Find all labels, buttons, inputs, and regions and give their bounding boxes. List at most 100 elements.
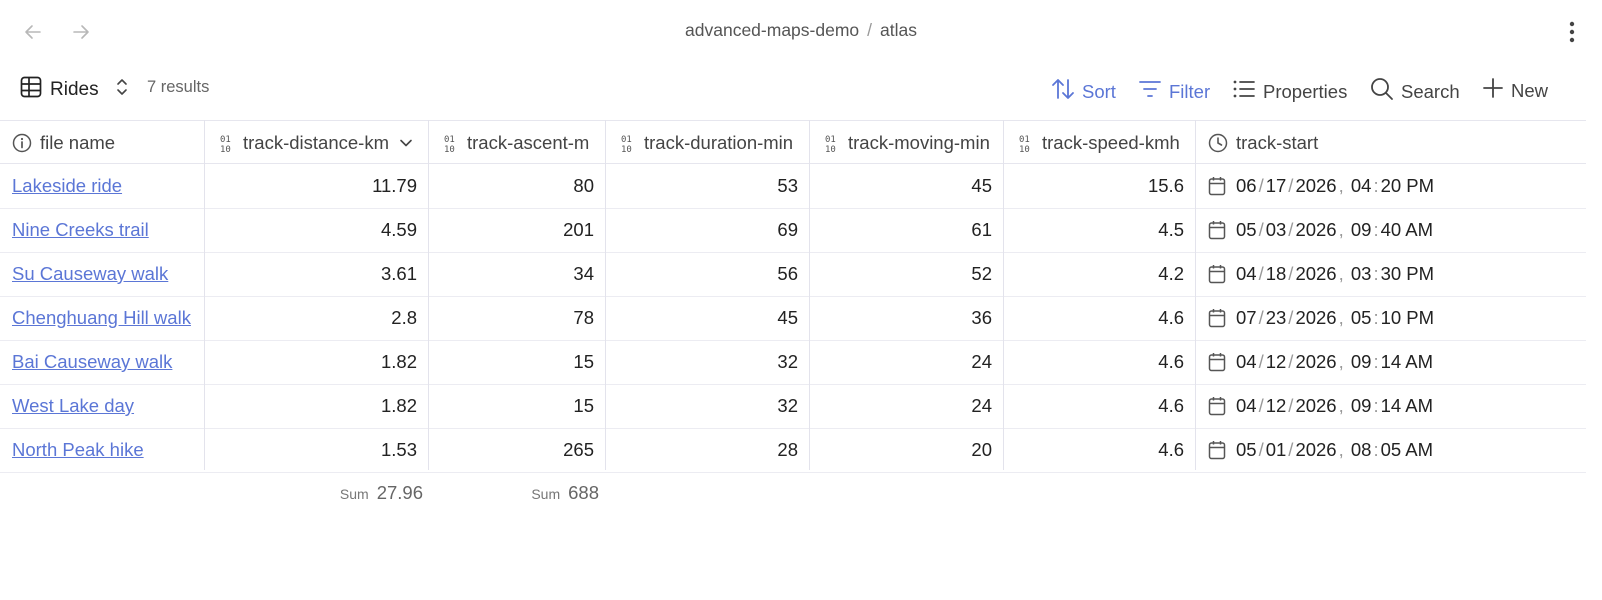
date-month: 07 xyxy=(1236,307,1257,328)
date-day: 12 xyxy=(1265,351,1287,372)
column-label: track-duration-min xyxy=(644,132,794,153)
new-button[interactable]: New xyxy=(1482,77,1548,104)
distance-cell[interactable]: 1.82 xyxy=(205,340,428,384)
track-start-cell[interactable]: 05/03/2026, 09:40 AM xyxy=(1196,208,1586,252)
date-year: 2026 xyxy=(1295,219,1337,240)
distance-cell[interactable]: 4.59 xyxy=(205,208,428,252)
column-divider xyxy=(605,120,606,470)
distance-cell[interactable]: 3.61 xyxy=(205,252,428,296)
moving-cell[interactable]: 61 xyxy=(810,208,1003,252)
moving-cell[interactable]: 52 xyxy=(810,252,1003,296)
speed-cell[interactable]: 4.6 xyxy=(1004,296,1195,340)
date-month: 04 xyxy=(1236,395,1257,416)
track-start-cell[interactable]: 04/12/2026, 09:14 AM xyxy=(1196,384,1586,428)
moving-cell[interactable]: 20 xyxy=(810,428,1003,472)
track-start-cell[interactable]: 04/12/2026, 09:14 AM xyxy=(1196,340,1586,384)
duration-cell[interactable]: 32 xyxy=(606,340,809,384)
column-header-track-distance-km[interactable]: 01 10 track-distance-km xyxy=(205,121,428,165)
table-row[interactable]: Bai Causeway walk 1.82 15 32 24 4.6 04/12/2026… xyxy=(0,340,1586,385)
file-name-link[interactable]: Chenghuang Hill walk xyxy=(0,307,191,329)
distance-cell[interactable]: 1.82 xyxy=(205,384,428,428)
filter-button[interactable]: Filter xyxy=(1138,77,1210,106)
number-icon: 01 10 xyxy=(824,133,840,153)
sort-button[interactable]: Sort xyxy=(1051,77,1116,106)
duration-cell[interactable]: 56 xyxy=(606,252,809,296)
ascent-cell[interactable]: 265 xyxy=(429,428,605,472)
speed-cell[interactable]: 4.6 xyxy=(1004,340,1195,384)
moving-cell[interactable]: 24 xyxy=(810,340,1003,384)
file-name-link[interactable]: Lakeside ride xyxy=(0,175,122,197)
view-switcher[interactable]: Rides xyxy=(20,76,129,103)
time-hour: 09 xyxy=(1350,351,1372,372)
track-start-cell[interactable]: 07/23/2026, 05:10 PM xyxy=(1196,296,1586,340)
column-header-track-moving-min[interactable]: 01 10 track-moving-min xyxy=(810,121,1003,165)
file-name-link[interactable]: West Lake day xyxy=(0,395,134,417)
sum-ascent[interactable]: Sum 688 xyxy=(531,482,599,504)
column-header-track-start[interactable]: track-start xyxy=(1196,121,1586,165)
speed-cell[interactable]: 4.6 xyxy=(1004,384,1195,428)
file-name-cell: Su Causeway walk xyxy=(0,252,204,296)
file-name-link[interactable]: Bai Causeway walk xyxy=(0,351,172,373)
duration-cell[interactable]: 53 xyxy=(606,164,809,208)
date-value: 04/12/2026, 09:14 AM xyxy=(1236,395,1433,417)
table-row[interactable]: Su Causeway walk 3.61 34 56 52 4.2 04/18/2026,… xyxy=(0,252,1586,297)
column-header-track-speed-kmh[interactable]: 01 10 track-speed-kmh xyxy=(1004,121,1195,165)
date-value: 06/17/2026, 04:20 PM xyxy=(1236,175,1434,197)
time-minute: 14 AM xyxy=(1380,351,1434,372)
moving-cell[interactable]: 45 xyxy=(810,164,1003,208)
duration-cell[interactable]: 69 xyxy=(606,208,809,252)
distance-cell[interactable]: 11.79 xyxy=(205,164,428,208)
ascent-cell[interactable]: 78 xyxy=(429,296,605,340)
speed-cell[interactable]: 15.6 xyxy=(1004,164,1195,208)
file-name-link[interactable]: North Peak hike xyxy=(0,439,144,461)
speed-cell[interactable]: 4.2 xyxy=(1004,252,1195,296)
table-row[interactable]: Nine Creeks trail 4.59 201 69 61 4.5 05/03/202… xyxy=(0,208,1586,253)
duration-cell[interactable]: 32 xyxy=(606,384,809,428)
properties-button[interactable]: Properties xyxy=(1232,77,1347,106)
table-row[interactable]: Chenghuang Hill walk 2.8 78 45 36 4.6 07/23/20… xyxy=(0,296,1586,341)
time-hour: 08 xyxy=(1350,439,1372,460)
duration-cell[interactable]: 28 xyxy=(606,428,809,472)
number-icon: 01 10 xyxy=(219,133,235,153)
date-value: 05/03/2026, 09:40 AM xyxy=(1236,219,1433,241)
table-row[interactable]: North Peak hike 1.53 265 28 20 4.6 05/01/2026,… xyxy=(0,428,1586,473)
more-options-icon[interactable] xyxy=(1560,19,1584,45)
table-icon xyxy=(20,76,42,103)
table-row[interactable]: West Lake day 1.82 15 32 24 4.6 04/12/2026, 09… xyxy=(0,384,1586,429)
distance-cell[interactable]: 2.8 xyxy=(205,296,428,340)
track-start-cell[interactable]: 04/18/2026, 03:30 PM xyxy=(1196,252,1586,296)
track-start-cell[interactable]: 06/17/2026, 04:20 PM xyxy=(1196,164,1586,208)
moving-cell[interactable]: 24 xyxy=(810,384,1003,428)
number-icon: 01 10 xyxy=(620,133,636,153)
column-label: track-distance-km xyxy=(243,132,389,153)
file-name-cell: Bai Causeway walk xyxy=(0,340,204,384)
column-divider xyxy=(809,120,810,470)
ascent-cell[interactable]: 15 xyxy=(429,340,605,384)
speed-cell[interactable]: 4.6 xyxy=(1004,428,1195,472)
sum-distance[interactable]: Sum 27.96 xyxy=(340,482,423,504)
file-name-link[interactable]: Su Causeway walk xyxy=(0,263,168,285)
distance-cell[interactable]: 1.53 xyxy=(205,428,428,472)
date-day: 18 xyxy=(1265,263,1287,284)
date-day: 03 xyxy=(1265,219,1287,240)
ascent-cell[interactable]: 201 xyxy=(429,208,605,252)
column-header-file-name[interactable]: file name xyxy=(0,121,204,165)
ascent-cell[interactable]: 80 xyxy=(429,164,605,208)
breadcrumb-project[interactable]: advanced-maps-demo xyxy=(685,20,859,40)
duration-cell[interactable]: 45 xyxy=(606,296,809,340)
column-header-track-ascent-m[interactable]: 01 10 track-ascent-m xyxy=(429,121,605,165)
track-start-cell[interactable]: 05/01/2026, 08:05 AM xyxy=(1196,428,1586,472)
search-button[interactable]: Search xyxy=(1370,77,1460,106)
date-separator: , xyxy=(1338,263,1344,284)
calendar-icon xyxy=(1208,308,1226,328)
number-icon: 01 10 xyxy=(1018,133,1034,153)
column-header-track-duration-min[interactable]: 01 10 track-duration-min xyxy=(606,121,809,165)
date-month: 05 xyxy=(1236,219,1257,240)
breadcrumb-page[interactable]: atlas xyxy=(880,20,917,40)
table-row[interactable]: Lakeside ride 11.79 80 53 45 15.6 06/17/2026, … xyxy=(0,164,1586,209)
moving-cell[interactable]: 36 xyxy=(810,296,1003,340)
file-name-link[interactable]: Nine Creeks trail xyxy=(0,219,149,241)
ascent-cell[interactable]: 34 xyxy=(429,252,605,296)
speed-cell[interactable]: 4.5 xyxy=(1004,208,1195,252)
ascent-cell[interactable]: 15 xyxy=(429,384,605,428)
